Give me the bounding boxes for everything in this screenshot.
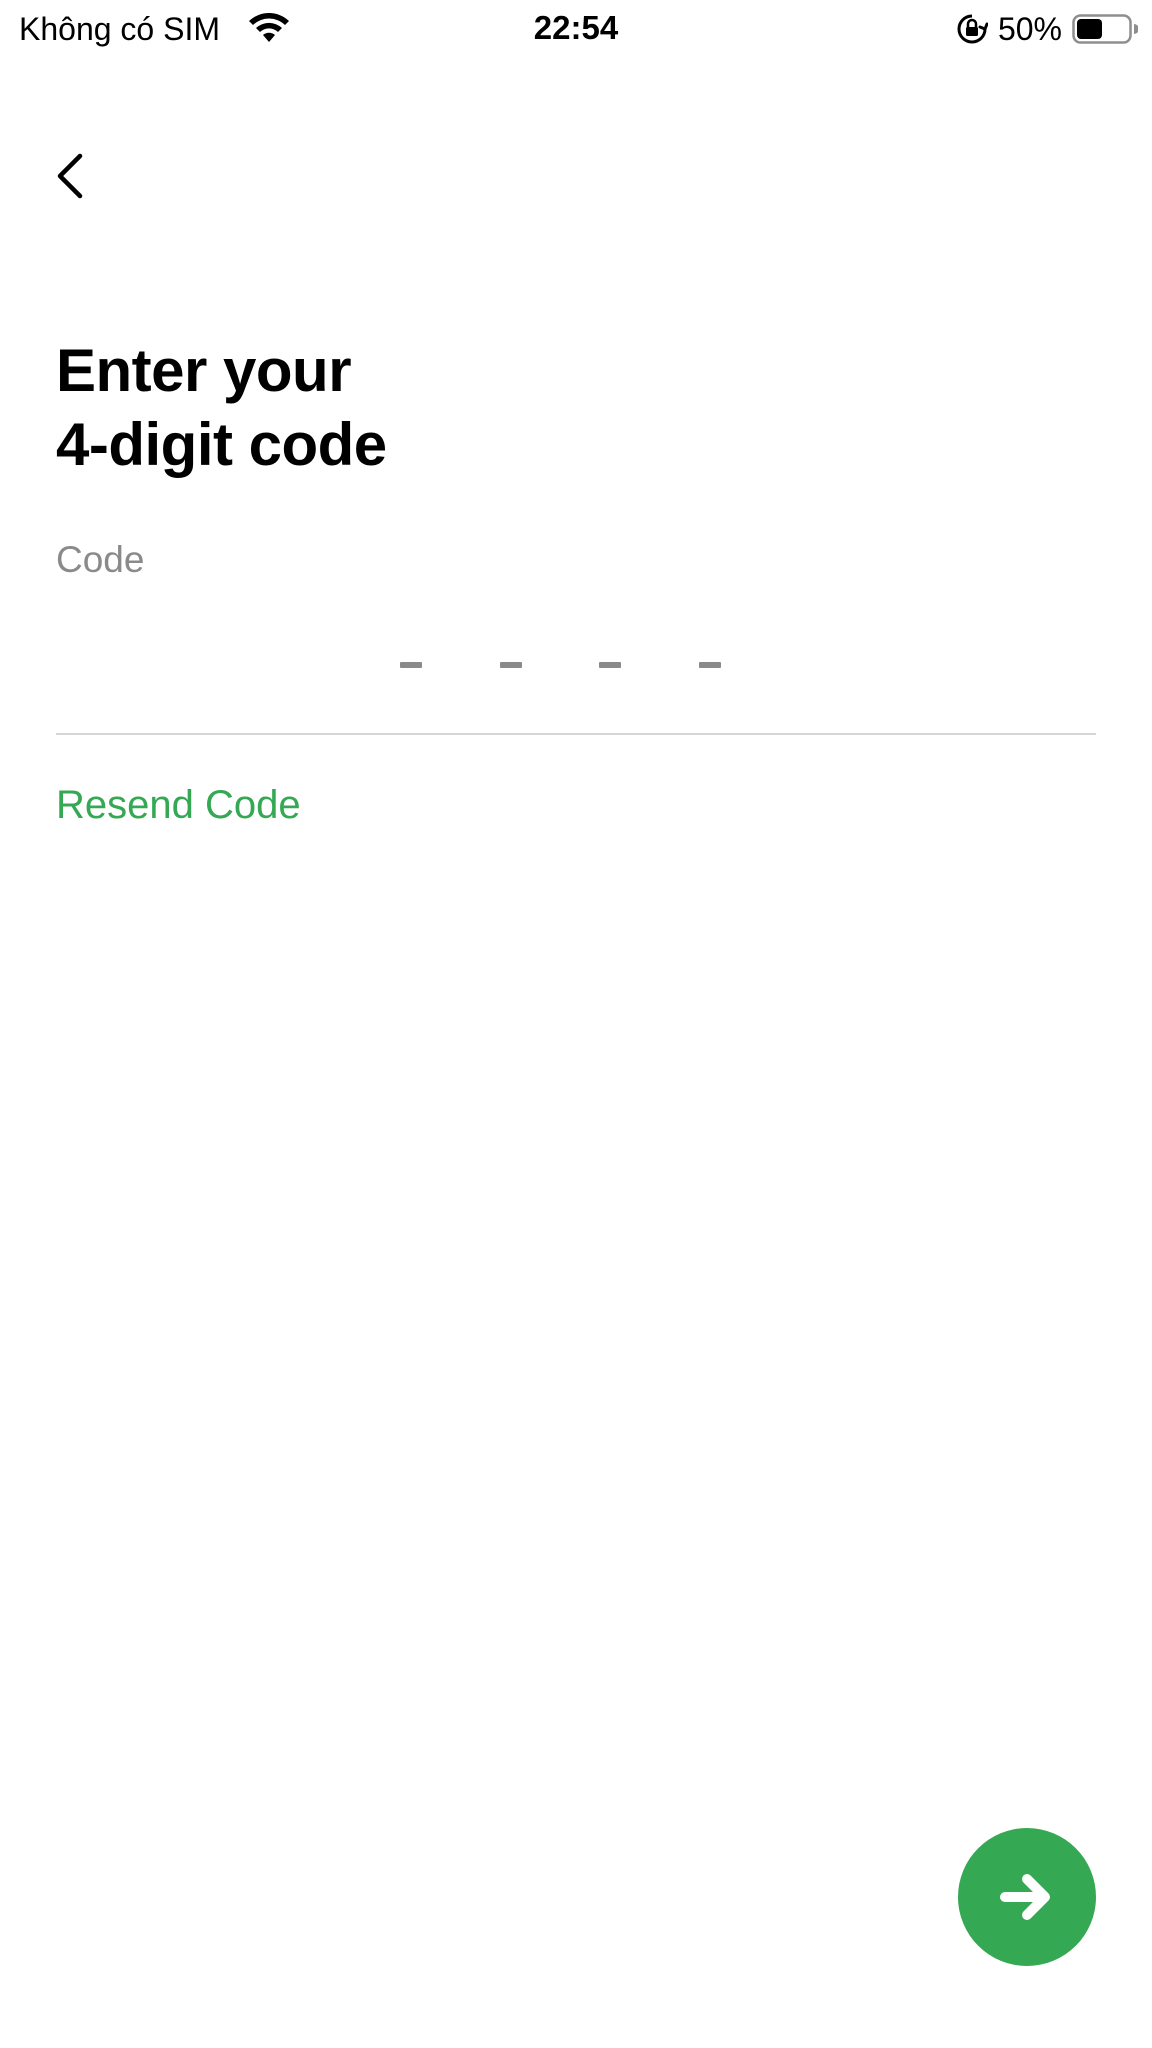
page-title-line-2: 4-digit code [56, 411, 387, 478]
code-slot-4 [699, 662, 721, 668]
code-slots [400, 662, 790, 682]
next-button[interactable] [958, 1828, 1096, 1966]
resend-code-link[interactable]: Resend Code [56, 780, 301, 830]
code-input[interactable] [56, 620, 1096, 736]
chevron-left-icon [57, 153, 83, 199]
code-label: Code [56, 539, 145, 580]
code-slot-2 [500, 662, 522, 668]
page-title: Enter your 4-digit code [56, 334, 756, 482]
code-slot-3 [599, 662, 621, 668]
arrow-right-icon [1000, 1874, 1050, 1920]
code-underline [56, 733, 1096, 735]
status-bar: Không có SIM 22:54 50% [0, 0, 1152, 58]
battery-icon [1072, 14, 1138, 44]
page-title-line-1: Enter your [56, 337, 352, 404]
orientation-lock-icon [957, 14, 988, 44]
battery-percent: 50% [997, 11, 1062, 47]
status-right-group: 50% [956, 10, 1138, 48]
code-slot-1 [400, 662, 422, 668]
back-button[interactable] [48, 148, 92, 204]
